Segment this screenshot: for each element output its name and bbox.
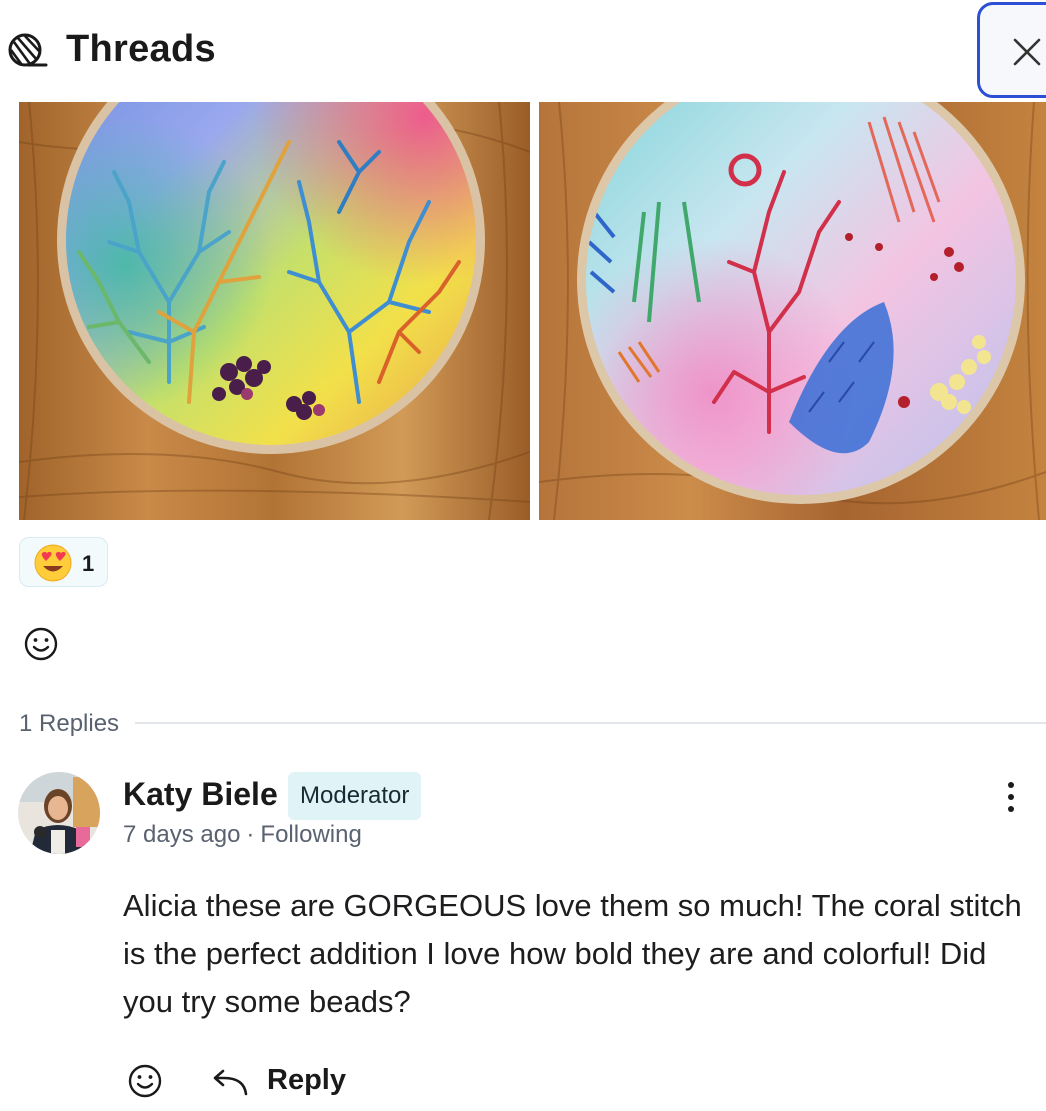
yarn-ball-icon <box>6 30 48 72</box>
comment-add-reaction-icon[interactable] <box>127 1063 163 1099</box>
heart-eyes-emoji-icon <box>33 543 73 588</box>
more-vertical-icon[interactable] <box>996 780 1026 814</box>
reaction-heart-eyes-button[interactable]: 1 <box>19 537 108 587</box>
page-title: Threads <box>66 28 216 70</box>
thread-header: Threads <box>0 0 1046 100</box>
close-button[interactable] <box>977 2 1046 98</box>
avatar[interactable] <box>18 772 100 854</box>
reply-arrow-icon <box>213 1069 248 1096</box>
meta-separator: · <box>246 821 255 848</box>
comment-body: Alicia these are GORGEOUS love them so m… <box>123 888 1022 1019</box>
follow-status-link[interactable]: Following <box>260 821 361 848</box>
comment-author-name[interactable]: Katy Biele <box>123 776 278 813</box>
close-icon <box>1013 38 1041 66</box>
reaction-count: 1 <box>82 551 95 576</box>
reply-label: Reply <box>267 1064 346 1096</box>
comment-timestamp: 7 days ago <box>123 821 241 848</box>
embroidery-hoop-coral-stitch-photo[interactable] <box>19 102 530 520</box>
add-reaction-smiley-icon[interactable] <box>23 626 59 662</box>
role-badge: Moderator <box>288 772 422 820</box>
replies-divider <box>135 722 1046 724</box>
embroidery-hoop-mixed-stitches-photo[interactable] <box>539 102 1046 520</box>
replies-count-label: 1 Replies <box>19 710 120 737</box>
comment-meta: 7 days ago · Following <box>123 821 362 849</box>
